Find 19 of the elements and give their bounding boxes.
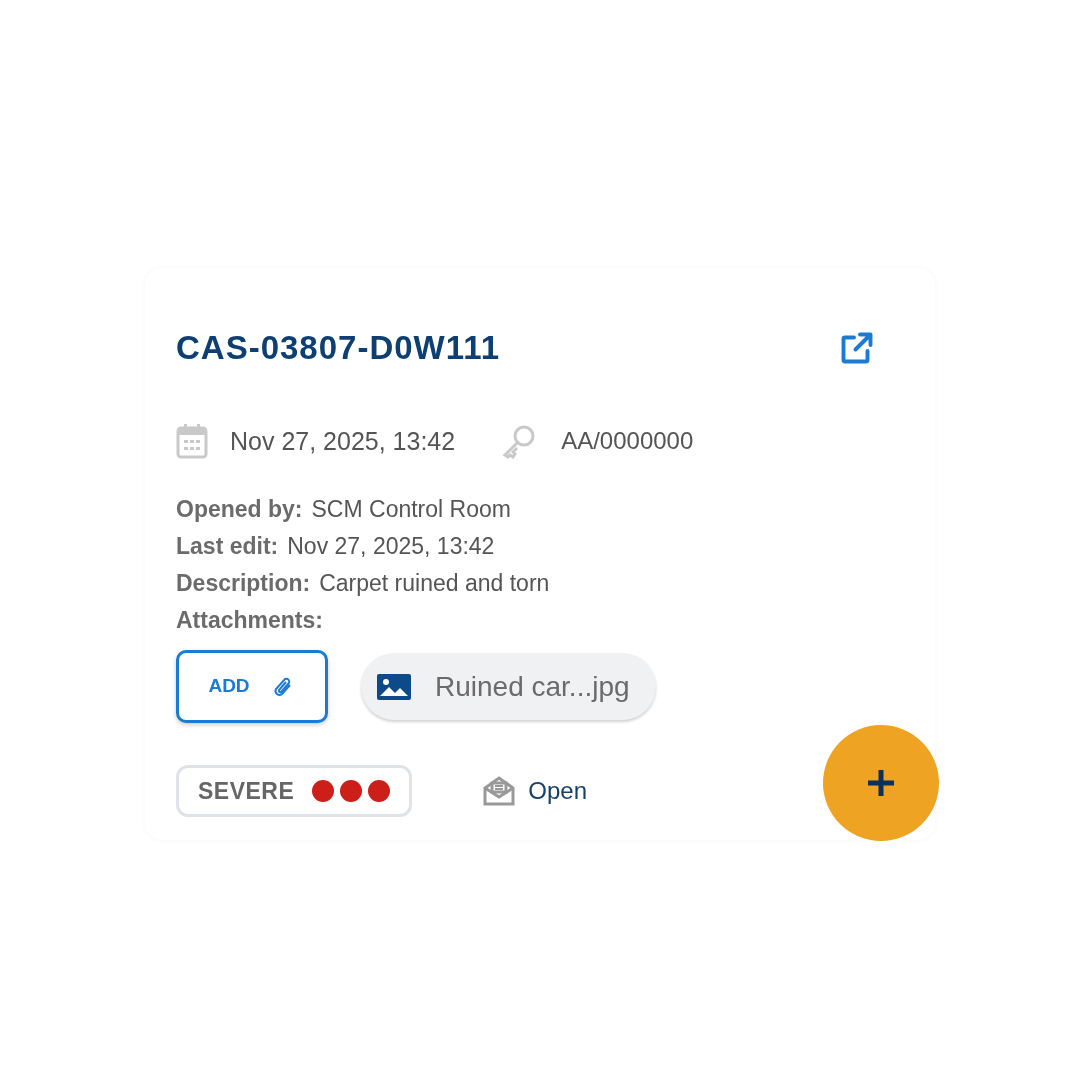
severity-label: SEVERE bbox=[198, 776, 295, 806]
image-icon bbox=[377, 673, 411, 700]
status-text: Open bbox=[528, 776, 588, 806]
field-value: SCM Control Room bbox=[311, 495, 511, 524]
date-text: Nov 27, 2025, 13:42 bbox=[230, 425, 456, 457]
open-external-icon[interactable] bbox=[839, 329, 875, 366]
field-label: Opened by: bbox=[176, 495, 303, 524]
field-label: Description: bbox=[176, 569, 311, 598]
field-label: Last edit: bbox=[176, 532, 279, 561]
case-title: CAS-03807-D0W111 bbox=[176, 328, 501, 368]
add-attachment-button[interactable]: ADD bbox=[176, 650, 328, 723]
reference-text: AA/0000000 bbox=[561, 426, 694, 457]
field-value: Nov 27, 2025, 13:42 bbox=[287, 532, 495, 561]
envelope-icon bbox=[482, 774, 517, 808]
field-value: Carpet ruined and torn bbox=[319, 569, 550, 598]
plus-icon bbox=[866, 768, 896, 798]
field-label: Attachments: bbox=[176, 606, 323, 635]
calendar-icon bbox=[176, 423, 208, 460]
attachment-chip[interactable]: Ruined car...jpg bbox=[361, 653, 656, 720]
